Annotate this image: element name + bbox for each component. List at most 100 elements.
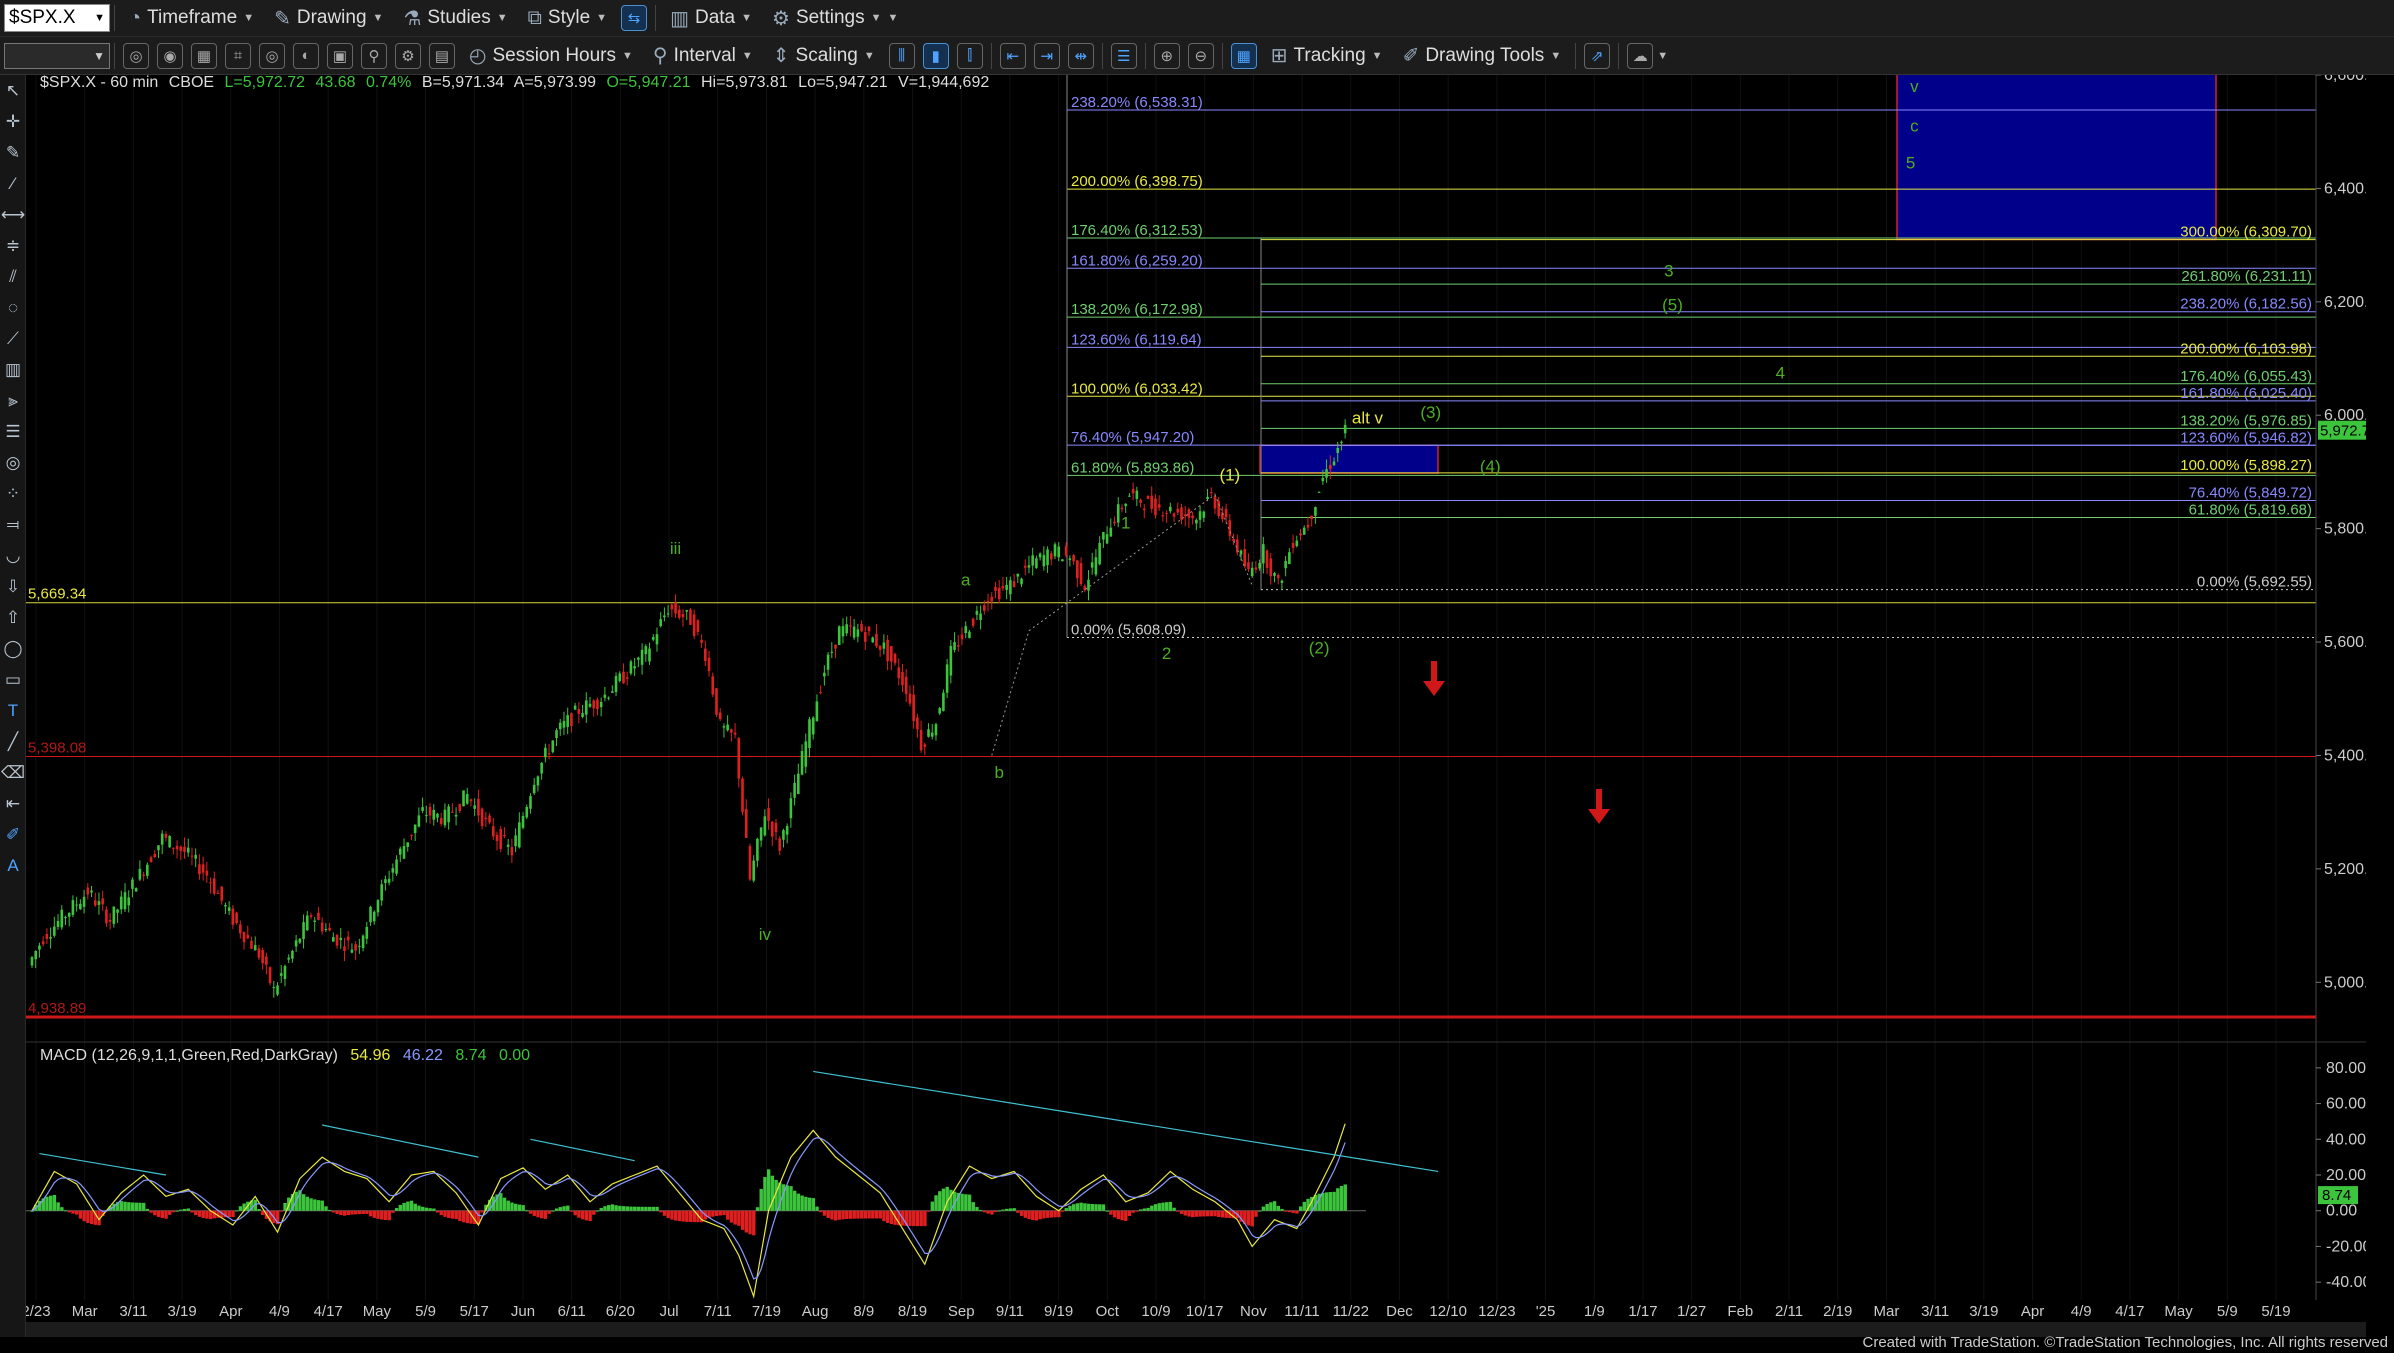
layout-icon[interactable]: ⇆ (621, 5, 648, 31)
drawing-tools-menu[interactable]: ✐ Drawing Tools ▼ (1393, 41, 1572, 71)
scaling-menu[interactable]: ⇕ Scaling ▼ (763, 41, 885, 71)
macd-histogram-bar (982, 1210, 987, 1213)
macd-histogram-bar (614, 1205, 618, 1211)
expand-icon[interactable]: ⇤ (0, 788, 26, 819)
candle-body (346, 936, 350, 941)
price-axis[interactable]: 6,600.006,400.006,200.006,000.005,800.00… (2315, 75, 2366, 1300)
candle-body (1116, 504, 1120, 523)
bars-tool-icon[interactable]: ▥ (0, 354, 26, 385)
macd-histogram-bar (837, 1210, 842, 1220)
candle-body (1209, 492, 1213, 494)
refresh-icon[interactable]: ◎ (123, 42, 149, 69)
scroll-right-icon[interactable]: ⇥ (1033, 42, 1060, 69)
chat-icon[interactable]: ☁ (1627, 42, 1654, 69)
macd-histogram-bar (841, 1210, 845, 1220)
macd-histogram-bar (450, 1210, 455, 1219)
arrow-down-icon[interactable]: ⇩ (0, 571, 26, 602)
window-icon[interactable]: ▤ (429, 42, 455, 69)
grid-icon[interactable]: ▦ (1230, 42, 1257, 69)
ohlc-icon[interactable]: ⫿ (956, 42, 983, 69)
candle-body (116, 909, 119, 913)
candle-body (655, 634, 659, 645)
symbol-input[interactable]: $SPX.X ▼ (4, 4, 110, 32)
bars-icon[interactable]: ⫼ (888, 42, 915, 69)
active-tool-icon[interactable]: ✐ (0, 819, 26, 850)
line-icon[interactable]: ╱ (0, 726, 26, 757)
text-style-icon[interactable]: A (0, 850, 26, 881)
candle-body (1079, 563, 1083, 585)
calendar-icon[interactable]: ▦ (191, 42, 217, 69)
text-icon[interactable]: T (0, 695, 26, 726)
measure-icon[interactable]: ⟷ (0, 199, 26, 230)
trend-tool-icon[interactable]: ⫸ (0, 385, 26, 416)
fib-icon[interactable]: ≑ (0, 230, 26, 261)
panes-icon[interactable]: ☰ (1110, 42, 1137, 69)
crosshair-icon[interactable]: ✛ (0, 106, 26, 137)
zoom-out-icon[interactable]: ⊖ (1187, 42, 1214, 69)
macd-histogram-bar (525, 1210, 529, 1212)
macd-histogram-bar (142, 1202, 146, 1211)
candles-icon[interactable]: ▮ (922, 42, 949, 69)
pen-icon[interactable]: ✎ (0, 137, 26, 168)
macd-histogram-bar (1339, 1185, 1344, 1211)
sync-icon[interactable]: ◉ (157, 42, 183, 69)
ruler-icon[interactable]: ⟋ (0, 323, 26, 354)
candle-body (1273, 573, 1276, 576)
chart-link-icon[interactable]: ⌗ (225, 42, 251, 69)
fib-label: 61.80% (5,819.68) (2189, 501, 2312, 518)
time-axis[interactable]: 2/23 Mar 3/11 3/19 Apr 4/9 4/17 May 5/9 5/17 Jun 6/… (26, 1303, 2291, 1320)
x-tick-label: 2/11 (1775, 1303, 1803, 1320)
candle-body (588, 703, 592, 707)
scatter-icon[interactable]: ⁘ (0, 478, 26, 509)
interval-select[interactable]: ▼ (4, 42, 110, 69)
macd-histogram-bar (1213, 1210, 1217, 1217)
candle-body (305, 915, 309, 931)
candle-body (127, 897, 131, 906)
candles (30, 419, 1347, 998)
style-menu[interactable]: ⧉ Style ▼ (518, 3, 617, 33)
node-icon[interactable]: ⚙ (395, 42, 421, 69)
clock-icon: ◔ (129, 6, 142, 29)
drawing-menu[interactable]: ✎ Drawing ▼ (264, 3, 393, 33)
macd-histogram-bar (1053, 1210, 1057, 1218)
macd-histogram-bar (1064, 1208, 1068, 1211)
arc-icon[interactable]: ◡ (0, 540, 26, 571)
eraser-icon[interactable]: ⌫ (0, 757, 26, 788)
speed-icon[interactable]: ⫤ (0, 509, 26, 540)
split-icon[interactable]: ⇹ (1067, 42, 1094, 69)
session-hours-menu[interactable]: ◴ Session Hours ▼ (459, 41, 643, 71)
brush-icon[interactable]: ⁄ (0, 168, 26, 199)
macd-histogram-bar (1276, 1205, 1280, 1211)
candle-body (815, 701, 819, 722)
scroll-left-icon[interactable]: ⇤ (999, 42, 1026, 69)
tracking-menu[interactable]: ⊞ Tracking ▼ (1261, 41, 1393, 71)
candle-body (417, 815, 421, 827)
rectangle-icon[interactable]: ▭ (0, 664, 26, 695)
lines-icon[interactable]: ☰ (0, 416, 26, 447)
candle-body (1276, 574, 1280, 579)
gann-icon[interactable]: ◎ (0, 447, 26, 478)
arrow-up-icon[interactable]: ⇧ (0, 602, 26, 633)
search-icon[interactable]: ⚲ (361, 42, 387, 69)
ellipse-icon[interactable]: ◯ (0, 633, 26, 664)
timeframe-menu[interactable]: ◔ Timeframe ▼ (119, 3, 264, 33)
pointer-icon[interactable]: ↖ (0, 75, 26, 106)
export-icon[interactable]: ⇗ (1584, 42, 1611, 69)
candle-body (1139, 499, 1142, 503)
alert-icon[interactable]: ◐ (293, 42, 319, 69)
save-icon[interactable]: ▣ (327, 42, 353, 69)
candle-body (30, 957, 34, 966)
zoom-in-icon[interactable]: ⊕ (1153, 42, 1180, 69)
price-chart[interactable]: 5,669.34 5,398.08 4,938.89 238.20% (6,538.… (26, 75, 2366, 1322)
candle-body (1061, 559, 1064, 562)
studies-menu[interactable]: ⚗ Studies ▼ (393, 3, 517, 33)
interval-menu[interactable]: ⚲ Interval ▼ (643, 41, 763, 71)
macd-histogram-bar (1328, 1192, 1333, 1211)
channel-icon[interactable]: ⫽ (0, 261, 26, 292)
target-icon[interactable]: ◎ (259, 42, 285, 69)
macd-histogram-bar (807, 1197, 812, 1211)
macd-histogram-bar (569, 1210, 574, 1212)
data-menu[interactable]: ▥ Data ▼ (660, 3, 762, 33)
cycle-icon[interactable]: ◌ (0, 292, 26, 323)
settings-menu[interactable]: ⚙ Settings ▼ ▼ (762, 3, 908, 33)
